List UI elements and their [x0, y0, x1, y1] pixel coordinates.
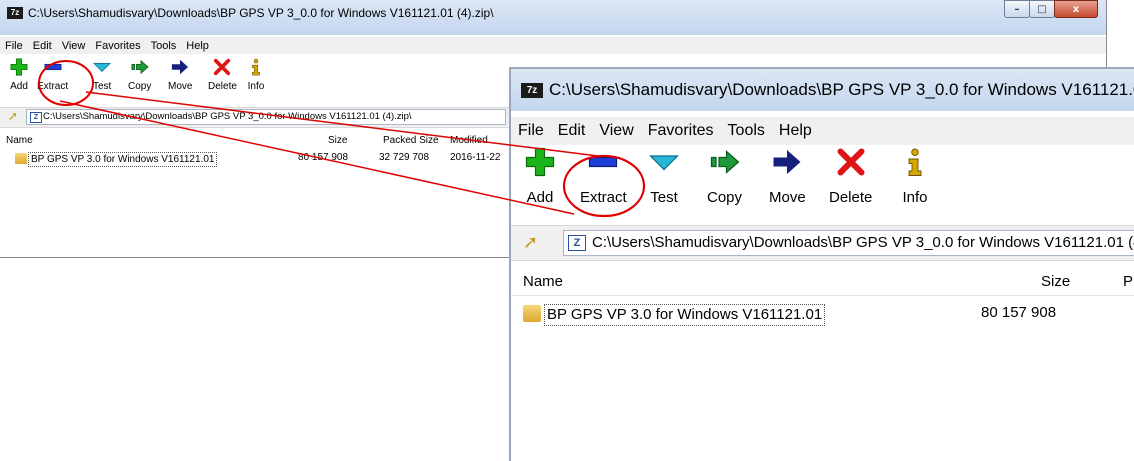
folder-icon — [15, 153, 27, 164]
menu-help[interactable]: Help — [181, 40, 214, 52]
menu-bar: File Edit View Favorites Tools Help — [0, 37, 1106, 54]
col-packed-size-zoomed[interactable]: P — [1123, 273, 1133, 290]
col-name[interactable]: Name — [6, 135, 33, 146]
copy-button-zoomed[interactable]: Copy — [707, 147, 742, 206]
title-bar: 7z C:\Users\Shamudisvary\Downloads\BP GP… — [0, 0, 1106, 35]
move-button[interactable]: Move — [168, 58, 192, 92]
toolbar-zoomed: Add Extract Test Copy Move Delete Info — [511, 147, 1134, 217]
copy-icon — [131, 59, 149, 75]
menu-favorites-zoomed[interactable]: Favorites — [641, 122, 721, 140]
minimize-button[interactable]: – — [1004, 0, 1030, 18]
test-icon — [649, 155, 679, 171]
delete-label: Delete — [208, 81, 237, 92]
menu-tools-zoomed[interactable]: Tools — [721, 122, 772, 140]
folder-icon — [523, 305, 541, 322]
info-icon — [252, 58, 260, 76]
delete-icon — [837, 148, 865, 176]
col-name-zoomed[interactable]: Name — [523, 273, 563, 290]
maximize-button[interactable]: □ — [1029, 0, 1055, 18]
add-label: Add — [10, 81, 28, 92]
col-packed-size[interactable]: Packed Size — [383, 135, 439, 146]
extract-label: Extract — [37, 81, 69, 92]
archive-window-zoomed: 7z C:\Users\Shamudisvary\Downloads\BP GP… — [509, 67, 1134, 461]
table-row-zoomed[interactable]: BP GPS VP 3.0 for Windows V161121.01 80 … — [511, 302, 1134, 326]
file-name-zoomed: BP GPS VP 3.0 for Windows V161121.01 — [544, 304, 826, 326]
add-button[interactable]: Add — [10, 58, 28, 92]
path-input-zoomed[interactable]: Z C:\Users\Shamudisvary\Downloads\BP GPS… — [563, 230, 1134, 256]
path-text-zoomed: C:\Users\Shamudisvary\Downloads\BP GPS V… — [592, 234, 1134, 251]
zip-icon: Z — [568, 235, 586, 251]
add-button-zoomed[interactable]: Add — [525, 147, 555, 206]
window-title: C:\Users\Shamudisvary\Downloads\BP GPS V… — [28, 6, 494, 20]
col-size[interactable]: Size — [328, 135, 347, 146]
move-label: Move — [168, 81, 193, 92]
add-icon — [525, 147, 555, 177]
path-text: C:\Users\Shamudisvary\Downloads\BP GPS V… — [43, 111, 412, 122]
menu-view[interactable]: View — [57, 40, 91, 52]
menu-file[interactable]: File — [0, 40, 28, 52]
menu-help-zoomed[interactable]: Help — [772, 122, 819, 140]
add-icon — [10, 58, 28, 76]
menu-tools[interactable]: Tools — [146, 40, 182, 52]
menu-view-zoomed[interactable]: View — [592, 122, 640, 140]
file-size-zoomed: 80 157 908 — [981, 304, 1057, 321]
test-icon — [93, 63, 112, 73]
column-header-zoomed: Name Size P — [511, 269, 1134, 296]
delete-icon — [214, 58, 231, 76]
window-title-zoomed: C:\Users\Shamudisvary\Downloads\BP GPS V… — [549, 80, 1134, 99]
move-icon — [773, 150, 801, 174]
menu-edit[interactable]: Edit — [28, 40, 57, 52]
menu-favorites[interactable]: Favorites — [90, 40, 145, 52]
up-folder-icon[interactable]: ➚ — [523, 232, 538, 253]
7zip-app-icon-zoomed: 7z — [521, 83, 543, 98]
delete-label-zoomed: Delete — [829, 189, 873, 206]
test-label-zoomed: Test — [650, 189, 678, 206]
menu-edit-zoomed[interactable]: Edit — [551, 122, 593, 140]
delete-button-zoomed[interactable]: Delete — [829, 147, 872, 206]
info-button[interactable]: Info — [247, 58, 265, 92]
file-size: 80 157 908 — [298, 152, 349, 163]
test-button[interactable]: Test — [93, 58, 111, 92]
test-label: Test — [93, 81, 112, 92]
delete-button[interactable]: Delete — [208, 58, 237, 92]
copy-button[interactable]: Copy — [128, 58, 151, 92]
close-button[interactable]: x — [1054, 0, 1098, 18]
col-size-zoomed[interactable]: Size — [1041, 273, 1070, 290]
info-button-zoomed[interactable]: Info — [900, 147, 930, 206]
info-label: Info — [247, 81, 265, 92]
file-name: BP GPS VP 3.0 for Windows V161121.01 — [28, 152, 218, 167]
move-button-zoomed[interactable]: Move — [769, 147, 806, 206]
title-bar-zoomed: 7z C:\Users\Shamudisvary\Downloads\BP GP… — [511, 69, 1134, 111]
up-folder-icon[interactable]: ➚ — [8, 109, 18, 123]
file-modified: 2016-11-22 — [450, 152, 501, 163]
copy-label-zoomed: Copy — [707, 189, 743, 206]
menu-file-zoomed[interactable]: File — [511, 122, 551, 140]
menu-bar-zoomed: File Edit View Favorites Tools Help — [511, 117, 1134, 145]
extract-label-zoomed: Extract — [580, 189, 627, 206]
zip-icon: Z — [30, 112, 42, 123]
add-label-zoomed: Add — [526, 189, 554, 206]
info-label-zoomed: Info — [902, 189, 928, 206]
file-packed-size: 32 729 708 — [379, 152, 430, 163]
move-label-zoomed: Move — [769, 189, 806, 206]
path-input[interactable]: Z C:\Users\Shamudisvary\Downloads\BP GPS… — [26, 109, 506, 125]
extract-icon — [44, 63, 62, 71]
extract-button-zoomed[interactable]: Extract — [580, 147, 627, 206]
move-icon — [172, 59, 189, 75]
info-icon — [908, 148, 922, 176]
extract-button[interactable]: Extract — [37, 58, 68, 92]
extract-icon — [589, 156, 618, 168]
test-button-zoomed[interactable]: Test — [649, 147, 679, 206]
copy-label: Copy — [128, 81, 152, 92]
7zip-app-icon: 7z — [7, 7, 23, 19]
col-modified[interactable]: Modified — [450, 135, 488, 146]
address-bar-zoomed: ➚ Z C:\Users\Shamudisvary\Downloads\BP G… — [511, 225, 1134, 261]
copy-icon — [710, 150, 739, 174]
